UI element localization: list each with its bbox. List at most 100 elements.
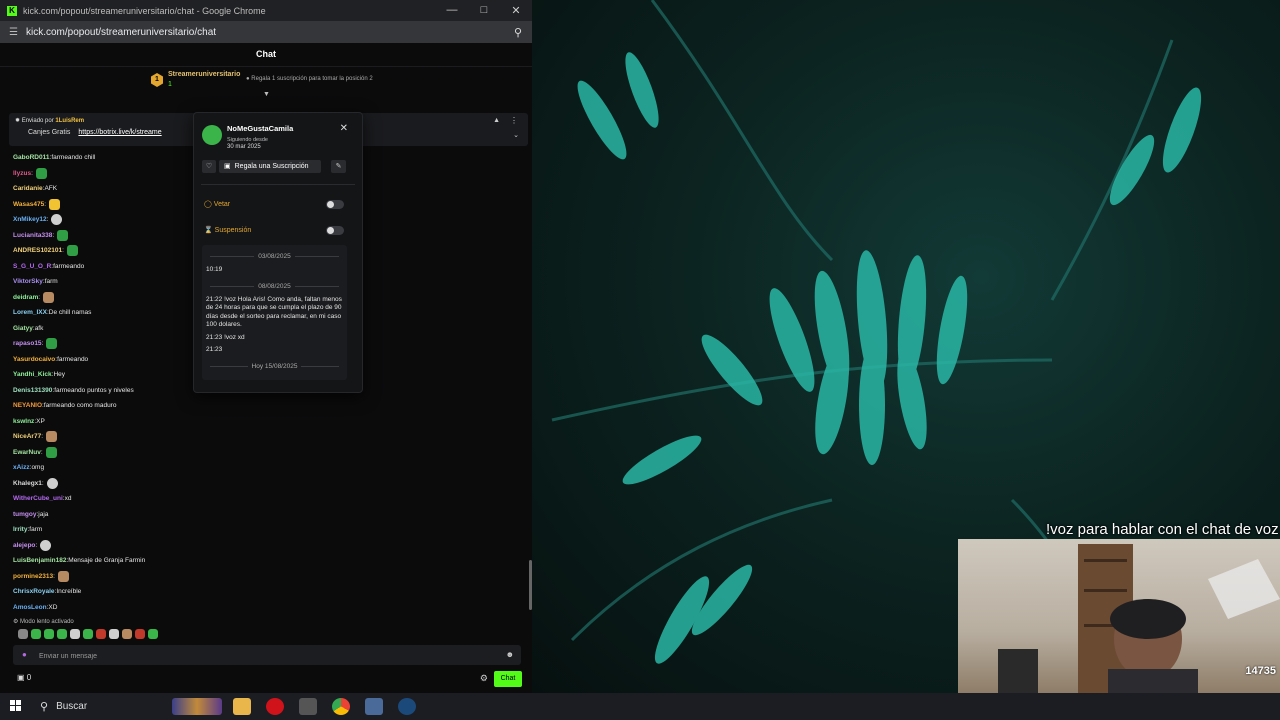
chat-text: farmeando (53, 262, 85, 270)
pinned-link[interactable]: https://botrix.live/k/streame (78, 129, 161, 136)
message-input-box[interactable]: ● ☻ (13, 645, 521, 665)
webcam-feed: 14735 (958, 539, 1280, 693)
emote-icon (46, 338, 58, 350)
opera-icon[interactable] (266, 698, 284, 715)
chat-username[interactable]: ChrisxRoyale (13, 588, 55, 595)
settings-gear-icon[interactable]: ⚙ (480, 673, 488, 684)
history-message: 21:22 !voz Hola Aris! Como anda, faltan … (206, 295, 342, 329)
chat-message: NiceAr77: (13, 429, 513, 445)
emote-icon[interactable] (18, 629, 28, 639)
card-username[interactable]: NoMeGustaCamila (227, 124, 293, 133)
chat-username[interactable]: pormine2313 (13, 573, 53, 580)
gift-icon: ▣ (224, 163, 231, 170)
suspend-toggle[interactable] (326, 225, 344, 235)
pin-icon[interactable]: ▲ (493, 117, 500, 124)
emote-icon[interactable] (122, 629, 132, 639)
mic-icon[interactable]: ● (22, 650, 27, 659)
suspend-row: ⌛ Suspensión (204, 223, 344, 237)
chat-username[interactable]: Wasas475 (13, 201, 44, 208)
chat-username[interactable]: EwarNuv (13, 449, 41, 456)
chat-message: EwarNuv: (13, 445, 513, 461)
emote-icon[interactable] (148, 629, 158, 639)
chat-username[interactable]: Yandhi_Kick (13, 371, 52, 378)
chat-username[interactable]: tumgoy (13, 511, 36, 518)
mention-icon[interactable]: ✎ (331, 160, 346, 173)
emote-icon[interactable] (57, 629, 67, 639)
chat-username[interactable]: AmosLeon (13, 604, 47, 611)
chat-username[interactable]: alejepo (13, 542, 35, 549)
message-history[interactable]: 03/08/2025 10:19 08/08/2025 21:22 !voz Hola… (202, 245, 347, 380)
chat-username[interactable]: NiceAr77 (13, 433, 41, 440)
gift-sub-button[interactable]: ▣ Regala una Suscripción (219, 160, 321, 173)
separator: : (38, 293, 41, 301)
chat-text: farm (29, 526, 43, 534)
chat-username[interactable]: Lorem_IXX (13, 309, 47, 316)
windows-start-icon[interactable] (10, 700, 22, 712)
chat-username[interactable]: ANDRES102101 (13, 247, 62, 254)
emote-icon[interactable] (83, 629, 93, 639)
chat-text: De chill namas (48, 309, 92, 317)
chat-username[interactable]: WitherCube_uni (13, 495, 63, 502)
rank-badge-icon: 1 (151, 73, 163, 87)
taskbar-search-label: Buscar (56, 701, 88, 712)
chat-username[interactable]: Yasurdocaivo (13, 356, 55, 363)
chat-username[interactable]: llyzus (13, 170, 31, 177)
chrome-icon[interactable] (332, 698, 350, 715)
chat-username[interactable]: Giatyy (13, 325, 33, 332)
chat-username[interactable]: Khalegx1 (13, 480, 42, 487)
leader-name[interactable]: Streameruniversitario (168, 71, 240, 78)
chat-username[interactable]: xAizz (13, 464, 30, 471)
address-bar[interactable]: ☰ kick.com/popout/streameruniversitario/… (0, 21, 532, 43)
maximize-button[interactable]: □ (468, 4, 500, 17)
file-explorer-icon[interactable] (233, 698, 251, 715)
chevron-down-icon[interactable]: ⌄ (513, 131, 519, 139)
steam-icon[interactable] (398, 698, 416, 715)
chat-username[interactable]: deidram (13, 294, 38, 301)
site-info-icon[interactable]: ☰ (9, 27, 18, 38)
chat-scrollbar[interactable] (529, 560, 532, 610)
gift-prompt[interactable]: ● Regala 1 suscripción para tomar la pos… (246, 76, 373, 82)
taskbar-search[interactable]: ⚲ Buscar (32, 693, 168, 720)
emote-icon[interactable] (31, 629, 41, 639)
emote-icon[interactable] (135, 629, 145, 639)
chat-username[interactable]: lrrity (13, 526, 27, 533)
chat-text: farmeando como maduro (43, 402, 117, 410)
app-window-icon[interactable] (365, 698, 383, 715)
emote-icon[interactable] (44, 629, 54, 639)
sent-by-label: Enviado por (21, 118, 54, 124)
chat-username[interactable]: ViktorSky (13, 278, 43, 285)
veto-toggle[interactable] (326, 199, 344, 209)
chat-username[interactable]: LuisBenjamin182 (13, 557, 66, 564)
send-chat-button[interactable]: Chat (494, 671, 522, 687)
sent-by-user[interactable]: 1LuisRem (55, 118, 84, 124)
emoji-icon[interactable]: ☻ (506, 650, 514, 659)
app-icon[interactable] (299, 698, 317, 715)
hourglass-icon: ⌛ (204, 227, 215, 234)
close-icon[interactable]: ✕ (340, 123, 348, 134)
minimize-button[interactable]: — (436, 4, 468, 17)
widget-thumbnail-icon[interactable] (172, 698, 222, 715)
points-display[interactable]: ▣ 0 (17, 673, 31, 682)
chat-username[interactable]: GaboRD011 (13, 154, 50, 161)
webcam-badge: 14735 (1245, 665, 1276, 677)
message-input[interactable] (37, 648, 491, 664)
url-text[interactable]: kick.com/popout/streameruniversitario/ch… (26, 27, 216, 38)
heart-icon[interactable]: ♡ (202, 160, 216, 173)
emote-icon[interactable] (70, 629, 80, 639)
chat-username[interactable]: rapaso15 (13, 340, 42, 347)
emote-icon[interactable] (109, 629, 119, 639)
sub-leaderboard[interactable]: 1 Streameruniversitario 1 ● Regala 1 sus… (0, 67, 532, 103)
expand-leaderboard-icon[interactable]: ▼ (263, 91, 270, 98)
chat-username[interactable]: Denis131390 (13, 387, 52, 394)
more-options-icon[interactable]: ⋮ (510, 116, 518, 125)
close-window-button[interactable]: ✕ (500, 4, 532, 17)
chat-username[interactable]: NEYANIO (13, 402, 42, 409)
chat-text: farmeando puntos y niveles (54, 386, 134, 394)
chat-username[interactable]: kswlnz (13, 418, 34, 425)
chat-username[interactable]: Lucianita338 (13, 232, 52, 239)
zoom-icon[interactable]: ⚲ (514, 26, 522, 39)
chat-username[interactable]: S_G_U_O_R (13, 263, 51, 270)
emote-icon[interactable] (96, 629, 106, 639)
chat-username[interactable]: XnMikey12 (13, 216, 47, 223)
chat-username[interactable]: Caridanie (13, 185, 43, 192)
